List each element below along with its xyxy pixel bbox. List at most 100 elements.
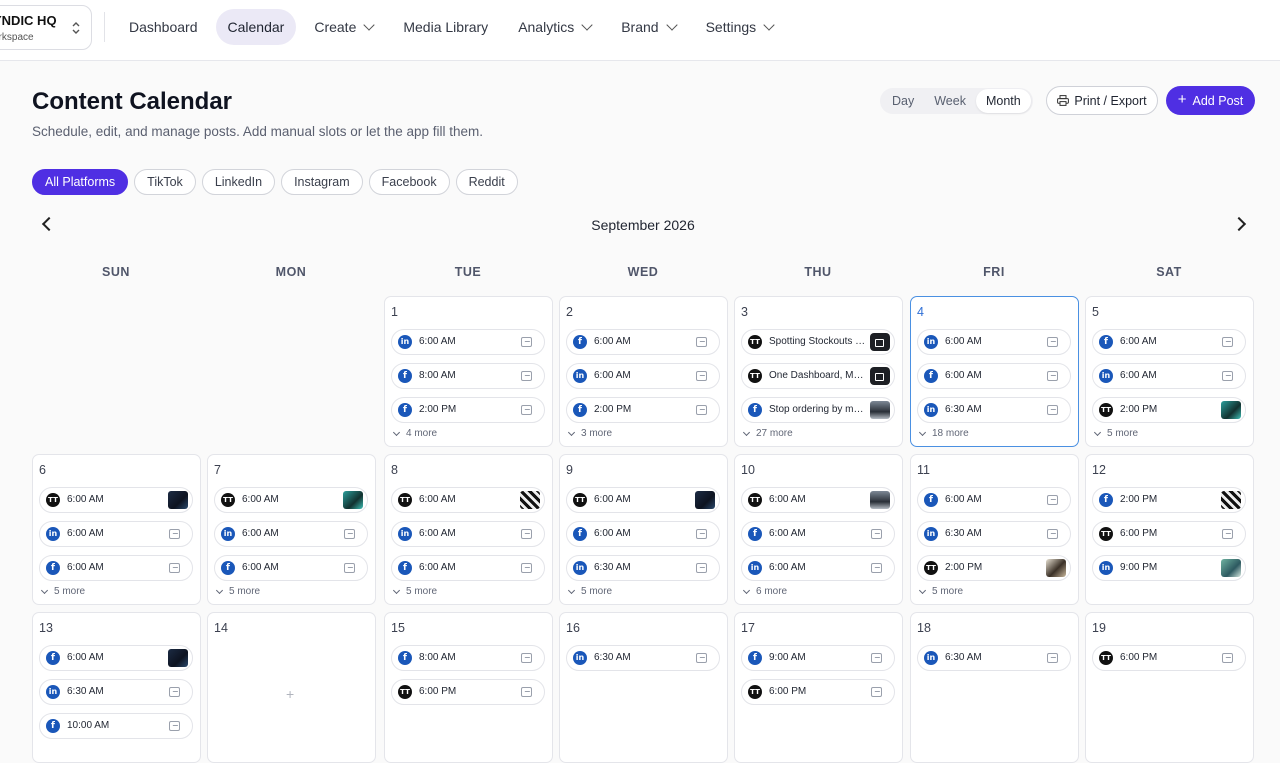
scheduled-post[interactable]: in 6:00 AM bbox=[917, 329, 1071, 355]
show-more-link[interactable]: 5 more bbox=[215, 586, 260, 597]
scheduled-post[interactable]: f 6:00 AM bbox=[39, 645, 193, 671]
scheduled-post[interactable]: TT Spotting Stockouts Before They Happen bbox=[741, 329, 895, 355]
day-cell-3[interactable]: 3 TT Spotting Stockouts Before They Happen… bbox=[734, 296, 903, 447]
scheduled-post[interactable]: in 6:00 AM bbox=[391, 521, 545, 547]
print-export-button[interactable]: Print / Export bbox=[1046, 86, 1158, 115]
scheduled-post[interactable]: in 6:30 AM bbox=[917, 397, 1071, 423]
filter-all-platforms[interactable]: All Platforms bbox=[32, 169, 129, 195]
scheduled-post[interactable]: in 6:30 AM bbox=[917, 645, 1071, 671]
view-day-button[interactable]: Day bbox=[882, 89, 924, 113]
scheduled-post[interactable]: in 6:00 AM bbox=[39, 521, 193, 547]
scheduled-post[interactable]: in 6:00 AM bbox=[566, 363, 720, 389]
view-month-button[interactable]: Month bbox=[975, 89, 1031, 113]
scheduled-post[interactable]: f 6:00 AM bbox=[917, 487, 1071, 513]
day-cell-13[interactable]: 13 f 6:00 AM in 6:30 AM f 10:00 AM bbox=[32, 612, 201, 763]
scheduled-post[interactable]: in 6:00 AM bbox=[741, 555, 895, 581]
day-cell-5[interactable]: 5 f 6:00 AM in 6:00 AM TT 2:00 PM 5 more bbox=[1085, 296, 1254, 447]
add-post-button[interactable]: + Add Post bbox=[1166, 86, 1255, 115]
show-more-link[interactable]: 5 more bbox=[1093, 428, 1138, 439]
scheduled-post[interactable]: f 2:00 PM bbox=[391, 397, 545, 423]
show-more-link[interactable]: 3 more bbox=[567, 428, 612, 439]
nav-analytics[interactable]: Analytics bbox=[506, 9, 603, 45]
scheduled-post[interactable]: f 6:00 AM bbox=[1092, 329, 1246, 355]
nav-settings[interactable]: Settings bbox=[694, 9, 786, 45]
day-cell-2[interactable]: 2 f 6:00 AM in 6:00 AM f 2:00 PM 3 more bbox=[559, 296, 728, 447]
scheduled-post[interactable]: f 6:00 AM bbox=[391, 555, 545, 581]
chevron-down-icon bbox=[581, 19, 593, 31]
show-more-link[interactable]: 5 more bbox=[567, 586, 612, 597]
day-cell-8[interactable]: 8 TT 6:00 AM in 6:00 AM f 6:00 AM 5 more bbox=[384, 454, 553, 605]
scheduled-post[interactable]: f Stop ordering by memory bbox=[741, 397, 895, 423]
add-slot-plus-icon[interactable]: + bbox=[286, 686, 294, 702]
scheduled-post[interactable]: f 6:00 AM bbox=[566, 521, 720, 547]
workspace-switcher[interactable]: YNDIC HQ orkspace bbox=[0, 5, 92, 50]
post-label: 6:00 PM bbox=[1120, 528, 1158, 539]
scheduled-post[interactable]: f 8:00 AM bbox=[391, 363, 545, 389]
day-cell-1[interactable]: 1 in 6:00 AM f 8:00 AM f 2:00 PM 4 more bbox=[384, 296, 553, 447]
day-cell-14[interactable]: 14 + bbox=[207, 612, 376, 763]
scheduled-post[interactable]: in 6:00 AM bbox=[214, 521, 368, 547]
scheduled-post[interactable]: TT 2:00 PM bbox=[1092, 397, 1246, 423]
scheduled-post[interactable]: TT 6:00 AM bbox=[214, 487, 368, 513]
next-month-chevron-icon[interactable] bbox=[1231, 216, 1247, 232]
scheduled-post[interactable]: in 9:00 PM bbox=[1092, 555, 1246, 581]
day-cell-10[interactable]: 10 TT 6:00 AM f 6:00 AM in 6:00 AM 6 more bbox=[734, 454, 903, 605]
scheduled-post[interactable]: TT 6:00 PM bbox=[1092, 521, 1246, 547]
day-cell-12[interactable]: 12 f 2:00 PM TT 6:00 PM in 9:00 PM bbox=[1085, 454, 1254, 605]
filter-facebook[interactable]: Facebook bbox=[368, 169, 450, 195]
scheduled-post[interactable]: in 6:00 AM bbox=[1092, 363, 1246, 389]
show-more-link[interactable]: 5 more bbox=[40, 586, 85, 597]
scheduled-post[interactable]: TT 6:00 PM bbox=[391, 679, 545, 705]
scheduled-post[interactable]: f 10:00 AM bbox=[39, 713, 193, 739]
day-cell-9[interactable]: 9 TT 6:00 AM f 6:00 AM in 6:30 AM 5 more bbox=[559, 454, 728, 605]
scheduled-post[interactable]: f 6:00 AM bbox=[917, 363, 1071, 389]
day-cell-15[interactable]: 15 f 8:00 AM TT 6:00 PM bbox=[384, 612, 553, 763]
scheduled-post[interactable]: TT 6:00 AM bbox=[391, 487, 545, 513]
scheduled-post[interactable]: TT 6:00 AM bbox=[741, 487, 895, 513]
filter-tiktok[interactable]: TikTok bbox=[134, 169, 196, 195]
scheduled-post[interactable]: f 8:00 AM bbox=[391, 645, 545, 671]
scheduled-post[interactable]: f 2:00 PM bbox=[566, 397, 720, 423]
scheduled-post[interactable]: in 6:30 AM bbox=[917, 521, 1071, 547]
scheduled-post[interactable]: TT One Dashboard, Many Locations bbox=[741, 363, 895, 389]
day-cell-19[interactable]: 19 TT 6:00 PM bbox=[1085, 612, 1254, 763]
day-cell-11[interactable]: 11 f 6:00 AM in 6:30 AM TT 2:00 PM 5 more bbox=[910, 454, 1079, 605]
view-week-button[interactable]: Week bbox=[924, 89, 976, 113]
nav-media-library[interactable]: Media Library bbox=[391, 9, 500, 45]
day-cell-6[interactable]: 6 TT 6:00 AM in 6:00 AM f 6:00 AM 5 more bbox=[32, 454, 201, 605]
scheduled-post[interactable]: in 6:00 AM bbox=[391, 329, 545, 355]
previous-month-chevron-icon[interactable] bbox=[41, 216, 57, 232]
day-cell-4[interactable]: 4 in 6:00 AM f 6:00 AM in 6:30 AM 18 more bbox=[910, 296, 1079, 447]
scheduled-post[interactable]: in 6:30 AM bbox=[39, 679, 193, 705]
filter-instagram[interactable]: Instagram bbox=[281, 169, 363, 195]
scheduled-post[interactable]: TT 6:00 PM bbox=[741, 679, 895, 705]
scheduled-post[interactable]: TT 6:00 AM bbox=[566, 487, 720, 513]
scheduled-post[interactable]: f 2:00 PM bbox=[1092, 487, 1246, 513]
show-more-link[interactable]: 5 more bbox=[392, 586, 437, 597]
scheduled-post[interactable]: TT 2:00 PM bbox=[917, 555, 1071, 581]
scheduled-post[interactable]: f 9:00 AM bbox=[741, 645, 895, 671]
show-more-link[interactable]: 27 more bbox=[742, 428, 793, 439]
nav-dashboard[interactable]: Dashboard bbox=[117, 9, 210, 45]
scheduled-post[interactable]: TT 6:00 PM bbox=[1092, 645, 1246, 671]
scheduled-post[interactable]: TT 6:00 AM bbox=[39, 487, 193, 513]
day-cell-17[interactable]: 17 f 9:00 AM TT 6:00 PM bbox=[734, 612, 903, 763]
filter-linkedin[interactable]: LinkedIn bbox=[201, 169, 276, 195]
day-cell-16[interactable]: 16 in 6:30 AM bbox=[559, 612, 728, 763]
scheduled-post[interactable]: f 6:00 AM bbox=[39, 555, 193, 581]
show-more-link[interactable]: 18 more bbox=[918, 428, 969, 439]
scheduled-post[interactable]: f 6:00 AM bbox=[741, 521, 895, 547]
day-cell-18[interactable]: 18 in 6:30 AM bbox=[910, 612, 1079, 763]
show-more-link[interactable]: 6 more bbox=[742, 586, 787, 597]
nav-brand[interactable]: Brand bbox=[609, 9, 687, 45]
show-more-link[interactable]: 4 more bbox=[392, 428, 437, 439]
nav-create[interactable]: Create bbox=[302, 9, 385, 45]
scheduled-post[interactable]: f 6:00 AM bbox=[214, 555, 368, 581]
scheduled-post[interactable]: f 6:00 AM bbox=[566, 329, 720, 355]
filter-reddit[interactable]: Reddit bbox=[455, 169, 518, 195]
scheduled-post[interactable]: in 6:30 AM bbox=[566, 555, 720, 581]
day-cell-7[interactable]: 7 TT 6:00 AM in 6:00 AM f 6:00 AM 5 more bbox=[207, 454, 376, 605]
scheduled-post[interactable]: in 6:30 AM bbox=[566, 645, 720, 671]
nav-calendar[interactable]: Calendar bbox=[215, 9, 297, 45]
show-more-link[interactable]: 5 more bbox=[918, 586, 963, 597]
